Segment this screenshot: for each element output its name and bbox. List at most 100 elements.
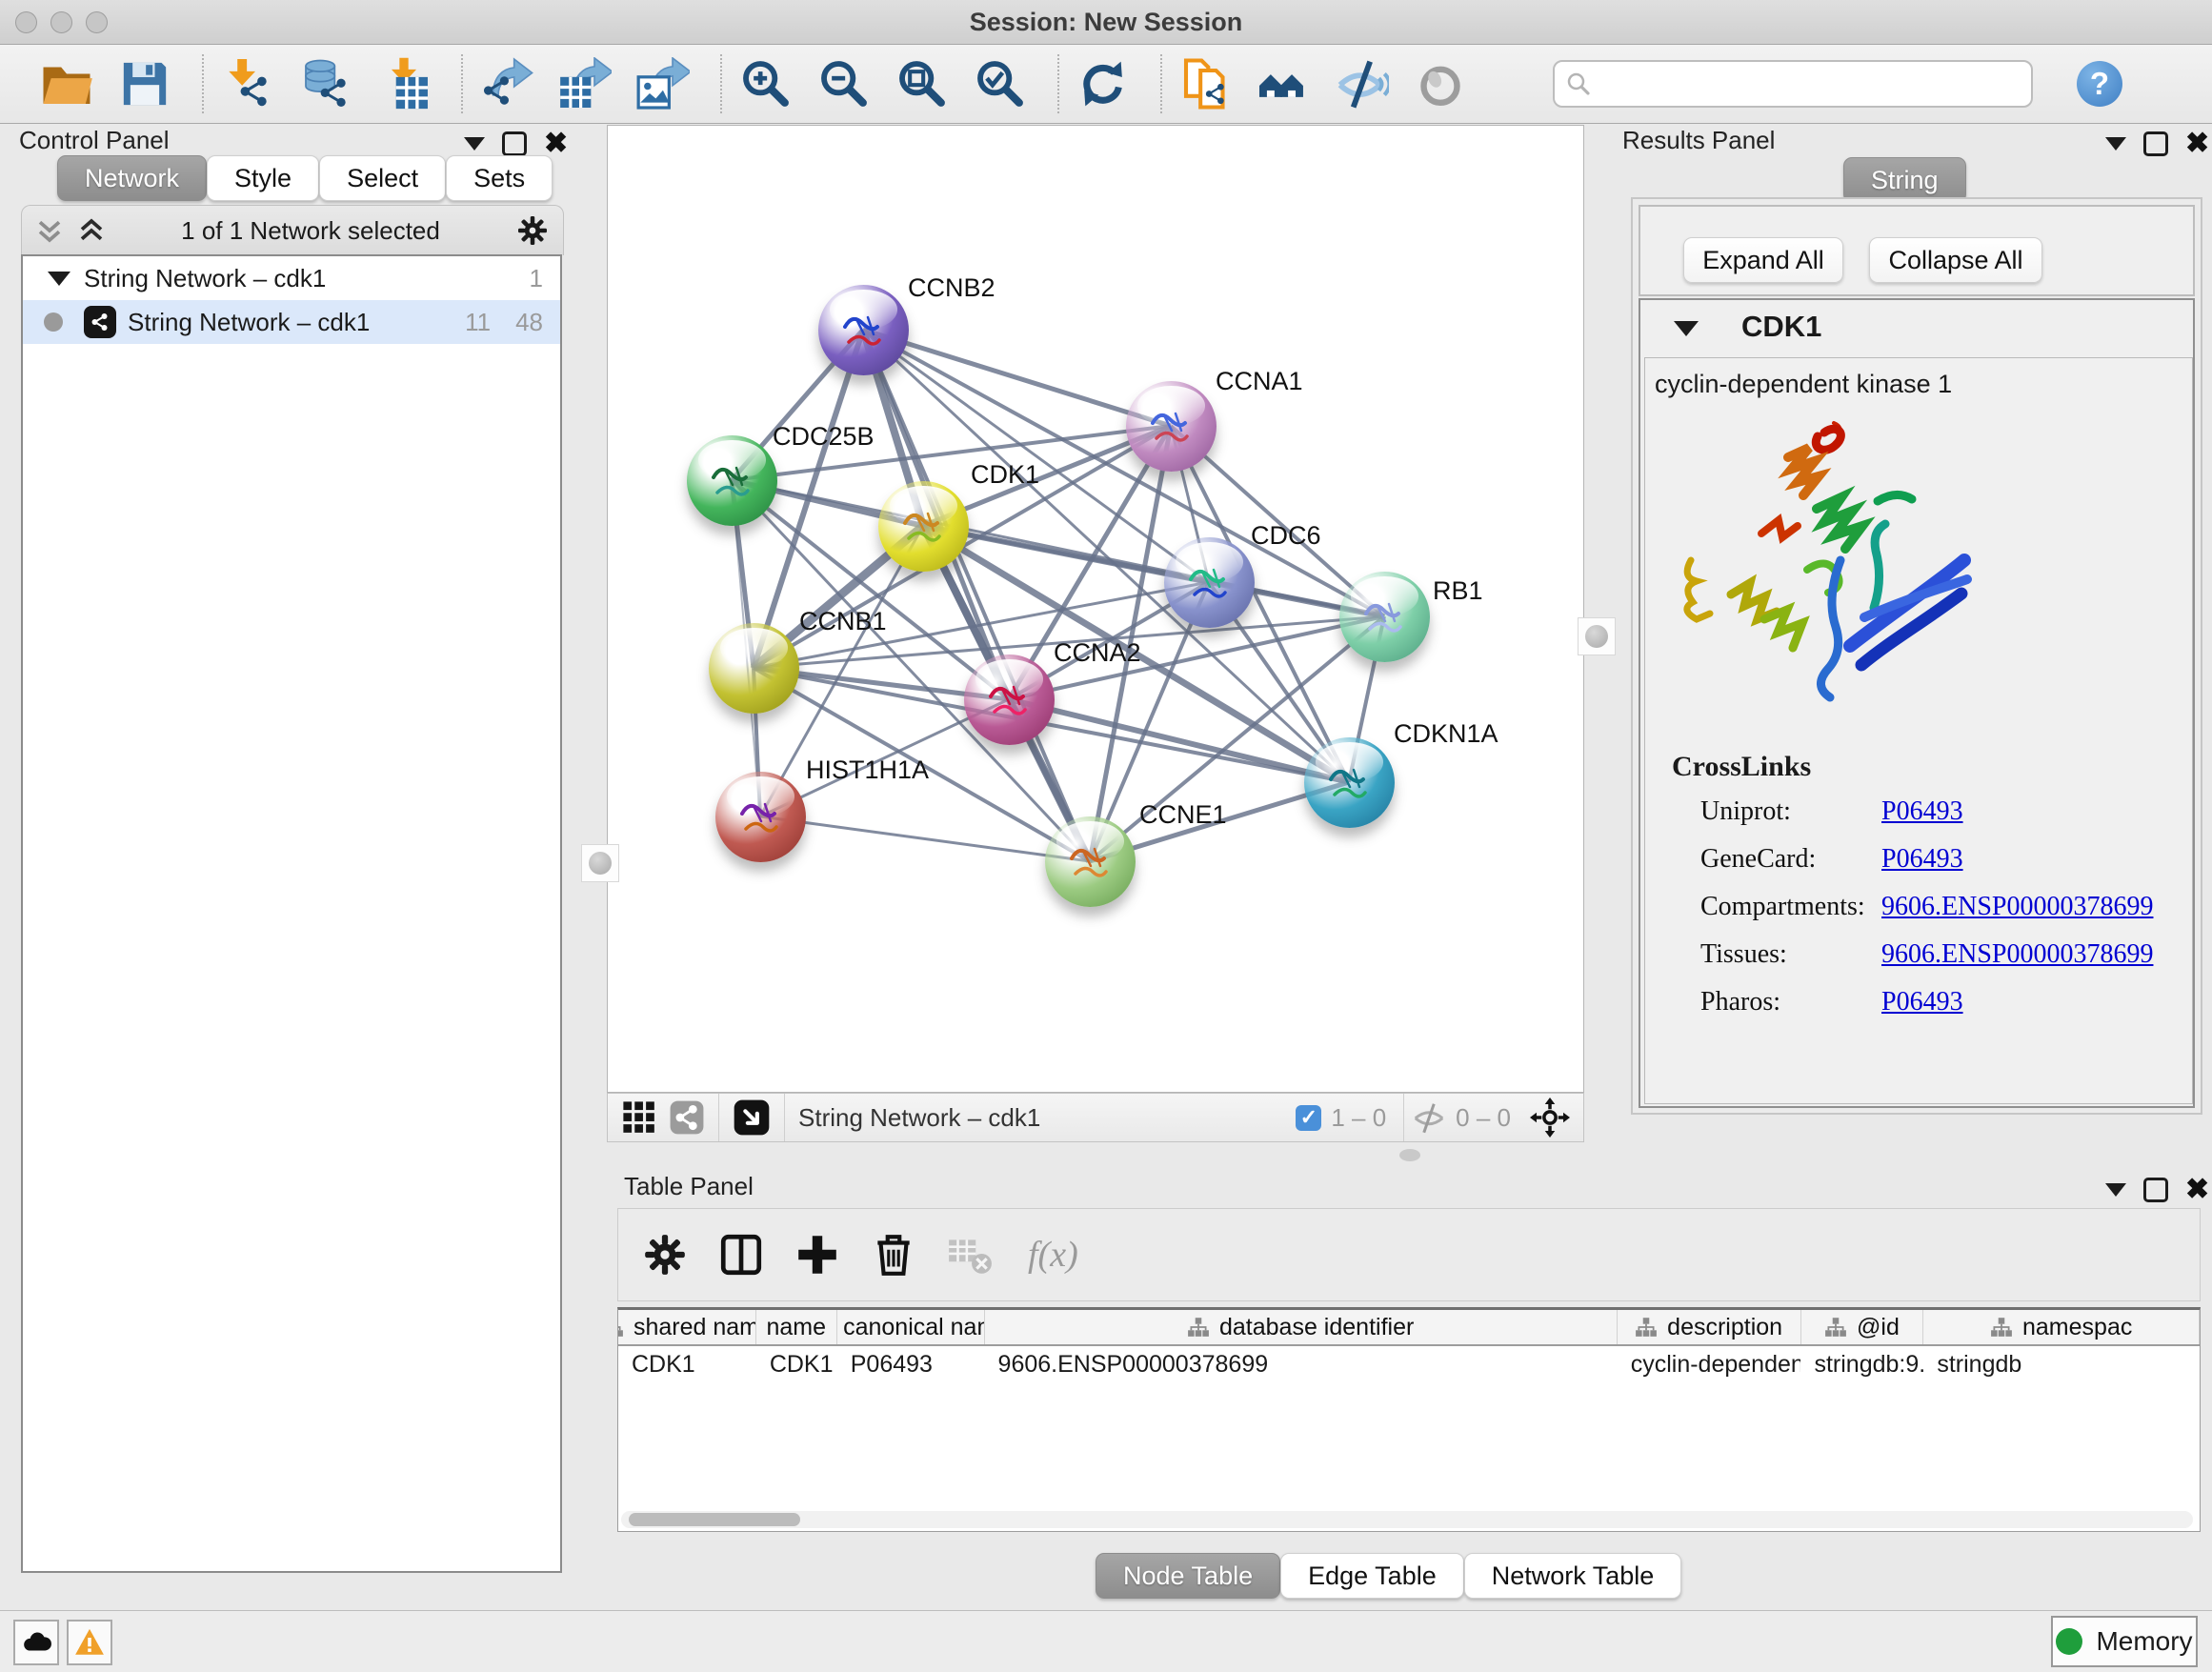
column-header--id[interactable]: @id xyxy=(1801,1310,1924,1344)
crosslink-value-link[interactable]: 9606.ENSP00000378699 xyxy=(1881,892,2153,922)
tab-style[interactable]: Style xyxy=(207,155,319,201)
collection-expander-icon[interactable] xyxy=(48,272,70,286)
panel-close-icon[interactable]: ✖ xyxy=(2185,134,2209,153)
node-label-CCNA1: CCNA1 xyxy=(1216,367,1303,396)
node-CDC25B[interactable] xyxy=(687,435,777,526)
protein-thumbnail xyxy=(1304,737,1395,828)
network-collection-row[interactable]: String Network – cdk1 1 xyxy=(23,256,560,300)
left-splitter-handle[interactable] xyxy=(581,844,619,882)
expand-all-icon[interactable] xyxy=(35,216,64,245)
zoom-in-icon[interactable] xyxy=(739,57,793,111)
column-header-shared-name[interactable]: shared name xyxy=(618,1310,756,1344)
expand-all-button[interactable]: Expand All xyxy=(1683,237,1843,283)
zoom-fit-icon[interactable] xyxy=(895,57,949,111)
network-canvas[interactable]: CCNB2CCNA1CDC25BCDK1CDC6RB1CCNB1CCNA2CDK… xyxy=(607,125,1584,1093)
table-row[interactable]: CDK1CDK1P064939606.ENSP00000378699cyclin… xyxy=(618,1346,2200,1382)
column-header-description[interactable]: description xyxy=(1618,1310,1801,1344)
tab-network[interactable]: Network xyxy=(57,155,207,201)
crosslink-value-link[interactable]: 9606.ENSP00000378699 xyxy=(1881,939,2153,970)
collapse-all-icon[interactable] xyxy=(77,216,106,245)
save-session-icon[interactable] xyxy=(118,57,171,111)
import-table-icon[interactable] xyxy=(377,57,431,111)
birdseye-view-icon[interactable] xyxy=(733,1098,771,1137)
node-CCNB2[interactable] xyxy=(818,285,909,375)
panel-menu-icon[interactable] xyxy=(2105,1183,2126,1197)
protein-thumbnail xyxy=(687,435,777,526)
crosslink-value-link[interactable]: P06493 xyxy=(1881,987,1963,1017)
node-CCNA2[interactable] xyxy=(964,655,1055,745)
tab-node-table[interactable]: Node Table xyxy=(1096,1553,1280,1599)
import-network-icon[interactable] xyxy=(221,57,274,111)
edge-CCNE1-HIST1H1A[interactable] xyxy=(760,816,1090,861)
collapse-all-button[interactable]: Collapse All xyxy=(1869,237,2042,283)
selected-checkbox-icon[interactable]: ✓ xyxy=(1296,1105,1321,1131)
panel-float-icon[interactable] xyxy=(502,131,527,156)
node-HIST1H1A[interactable] xyxy=(715,772,806,862)
node-CCNB1[interactable] xyxy=(709,623,799,714)
delete-column-icon[interactable] xyxy=(870,1231,917,1279)
panel-menu-icon[interactable] xyxy=(2105,137,2126,151)
help-button[interactable]: ? xyxy=(2077,61,2122,107)
search-box[interactable] xyxy=(1553,60,2033,108)
panel-close-icon[interactable]: ✖ xyxy=(544,134,568,153)
column-header-canonical-name[interactable]: canonical name xyxy=(837,1310,985,1344)
table-options-gear-icon[interactable] xyxy=(641,1231,689,1279)
tab-edge-table[interactable]: Edge Table xyxy=(1280,1553,1464,1599)
column-header-namespac[interactable]: namespac xyxy=(1923,1310,2200,1344)
node-table[interactable]: shared namenamecanonical namedatabase id… xyxy=(617,1307,2201,1532)
node-CDK1[interactable] xyxy=(878,481,969,572)
grid-view-icon[interactable] xyxy=(621,1099,657,1136)
scrollbar-thumb[interactable] xyxy=(629,1513,800,1526)
search-input[interactable] xyxy=(1593,65,2031,103)
home-pair-icon[interactable] xyxy=(1257,57,1311,111)
protein-thumbnail xyxy=(1045,816,1136,907)
node-CDC6[interactable] xyxy=(1164,537,1255,628)
tab-network-table[interactable]: Network Table xyxy=(1464,1553,1682,1599)
right-splitter-handle[interactable] xyxy=(1578,617,1616,655)
open-session-icon[interactable] xyxy=(40,57,93,111)
panel-float-icon[interactable] xyxy=(2143,1178,2168,1202)
panel-float-icon[interactable] xyxy=(2143,131,2168,156)
fit-content-crosshair-icon[interactable] xyxy=(1530,1098,1570,1138)
edge-CCNB2-CCNA1[interactable] xyxy=(863,330,1171,426)
export-network-icon[interactable] xyxy=(480,57,533,111)
hidden-eye-slash-icon[interactable] xyxy=(1412,1100,1446,1135)
panel-menu-icon[interactable] xyxy=(464,137,485,151)
crosslink-value-link[interactable]: P06493 xyxy=(1881,844,1963,875)
string-view-icon[interactable] xyxy=(669,1099,705,1136)
table-horizontal-scrollbar[interactable] xyxy=(621,1511,2193,1528)
network-row[interactable]: String Network – cdk1 11 48 xyxy=(23,300,560,344)
crosslink-value-link[interactable]: P06493 xyxy=(1881,796,1963,827)
add-column-icon[interactable] xyxy=(794,1231,841,1279)
memory-button[interactable]: Memory xyxy=(2051,1616,2198,1667)
export-image-icon[interactable] xyxy=(636,57,690,111)
results-panel-controls: ✖ xyxy=(2105,131,2209,156)
column-header-database-identifier[interactable]: database identifier xyxy=(985,1310,1618,1344)
results-tab-string[interactable]: String xyxy=(1843,157,1966,203)
show-columns-icon[interactable] xyxy=(717,1231,765,1279)
tab-select[interactable]: Select xyxy=(319,155,446,201)
warning-icon xyxy=(73,1626,106,1659)
gene-expander-icon[interactable] xyxy=(1674,321,1699,336)
hide-display-icon[interactable] xyxy=(1336,57,1389,111)
zoom-selected-icon[interactable] xyxy=(974,57,1027,111)
warning-button[interactable] xyxy=(67,1620,112,1665)
network-options-gear-icon[interactable] xyxy=(515,213,550,248)
tab-sets[interactable]: Sets xyxy=(446,155,553,201)
horizontal-splitter-handle[interactable] xyxy=(1399,1149,1420,1161)
node-RB1[interactable] xyxy=(1339,572,1430,662)
status-bar: Memory xyxy=(0,1610,2212,1672)
node-CCNA1[interactable] xyxy=(1126,381,1217,472)
cloud-button[interactable] xyxy=(13,1620,59,1665)
node-label-CDK1: CDK1 xyxy=(971,460,1039,490)
refresh-layout-icon[interactable] xyxy=(1076,57,1130,111)
panel-close-icon[interactable]: ✖ xyxy=(2185,1180,2209,1199)
show-display-icon[interactable] xyxy=(1414,57,1467,111)
column-header-name[interactable]: name xyxy=(756,1310,837,1344)
node-CCNE1[interactable] xyxy=(1045,816,1136,907)
zoom-out-icon[interactable] xyxy=(817,57,871,111)
node-CDKN1A[interactable] xyxy=(1304,737,1395,828)
import-database-icon[interactable] xyxy=(299,57,352,111)
clone-documents-icon[interactable] xyxy=(1179,57,1233,111)
export-table-icon[interactable] xyxy=(558,57,612,111)
